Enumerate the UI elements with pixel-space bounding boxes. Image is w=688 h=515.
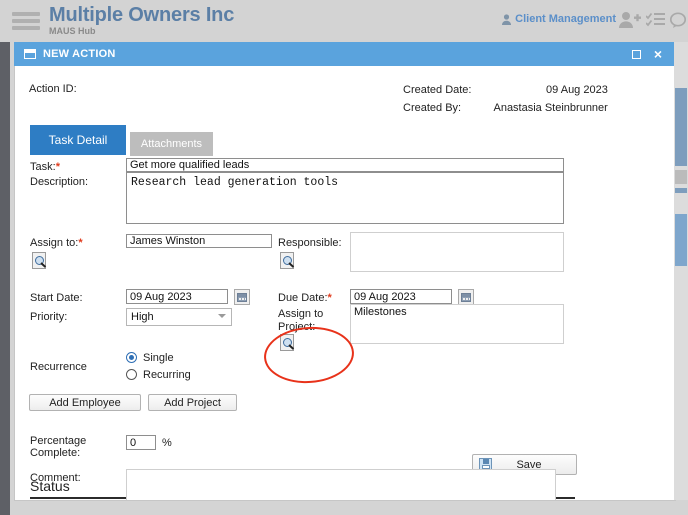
window-title-bar: NEW ACTION × bbox=[14, 42, 674, 66]
comment-textarea[interactable] bbox=[126, 469, 556, 500]
header-icon-group bbox=[619, 11, 686, 28]
task-required-mark: * bbox=[55, 161, 60, 173]
priority-select[interactable]: High bbox=[126, 308, 232, 326]
assign-to-project-search-icon[interactable] bbox=[280, 334, 296, 351]
priority-label: Priority: bbox=[30, 311, 68, 323]
form-panel: Action ID: Created Date: 09 Aug 2023 Cre… bbox=[20, 66, 674, 500]
hamburger-menu-icon[interactable] bbox=[12, 12, 40, 30]
created-date-value: 09 Aug 2023 bbox=[546, 84, 608, 96]
action-id-label: Action ID: bbox=[29, 83, 77, 95]
description-textarea[interactable] bbox=[126, 172, 564, 224]
percentage-complete-input[interactable] bbox=[126, 435, 156, 450]
responsible-label: Responsible: bbox=[278, 237, 342, 249]
start-date-input[interactable] bbox=[126, 289, 228, 304]
created-by-value: Anastasia Steinbrunner bbox=[493, 102, 608, 114]
scrollbar-marker-small bbox=[675, 188, 687, 193]
assign-to-project-label: Assign to Project: bbox=[278, 308, 324, 333]
window-icon bbox=[24, 49, 36, 59]
close-button[interactable]: × bbox=[654, 47, 662, 61]
radio-recurring-dot bbox=[126, 369, 137, 380]
radio-single[interactable]: Single bbox=[126, 351, 191, 364]
task-label: Task:* bbox=[30, 161, 60, 173]
due-date-input[interactable] bbox=[350, 289, 452, 304]
vertical-scrollbar-track[interactable] bbox=[674, 42, 688, 500]
assign-to-required-mark: * bbox=[78, 237, 83, 249]
record-meta: Created Date: 09 Aug 2023 Created By: An… bbox=[403, 82, 608, 118]
add-project-button[interactable]: Add Project bbox=[148, 394, 237, 411]
product-subtitle: MAUS Hub bbox=[49, 26, 96, 36]
add-employee-button[interactable]: Add Employee bbox=[29, 394, 141, 411]
company-title: Multiple Owners Inc bbox=[49, 4, 235, 26]
percent-sign: % bbox=[162, 437, 172, 449]
tab-task-detail-label: Task Detail bbox=[48, 133, 108, 147]
responsible-search-icon[interactable] bbox=[280, 252, 296, 269]
radio-recurring-label: Recurring bbox=[143, 368, 191, 381]
vertical-scrollbar-thumb[interactable] bbox=[675, 88, 687, 166]
due-date-label-text: Due Date: bbox=[278, 292, 328, 304]
app-header: Multiple Owners Inc MAUS Hub Client Mana… bbox=[0, 0, 688, 42]
radio-single-dot bbox=[126, 352, 137, 363]
recurrence-radio-group[interactable]: Single Recurring bbox=[126, 351, 191, 385]
tab-attachments[interactable]: Attachments bbox=[130, 132, 213, 156]
due-date-required-mark: * bbox=[327, 292, 332, 304]
due-date-label: Due Date:* bbox=[278, 292, 332, 304]
calendar-grid bbox=[237, 292, 247, 302]
chat-bubble-icon[interactable] bbox=[670, 11, 686, 28]
created-by-label: Created By: bbox=[403, 102, 462, 114]
description-label: Description: bbox=[30, 176, 89, 188]
start-date-calendar-icon[interactable] bbox=[234, 289, 250, 305]
maximize-button[interactable] bbox=[631, 49, 641, 59]
responsible-textarea[interactable] bbox=[350, 232, 564, 272]
scrollbar-marker-second bbox=[675, 214, 687, 266]
task-label-text: Task: bbox=[30, 161, 56, 173]
assign-to-input[interactable] bbox=[126, 234, 272, 248]
radio-recurring[interactable]: Recurring bbox=[126, 368, 191, 381]
client-management-label: Client Management bbox=[515, 13, 616, 25]
due-date-calendar-icon[interactable] bbox=[458, 289, 474, 305]
tab-attachments-label: Attachments bbox=[140, 138, 203, 150]
scrollbar-marker-grey bbox=[675, 170, 687, 184]
priority-select-wrap[interactable]: High bbox=[126, 308, 232, 326]
checklist-icon[interactable] bbox=[646, 12, 665, 28]
assign-to-search-icon[interactable] bbox=[32, 252, 48, 269]
assign-to-label: Assign to:* bbox=[30, 237, 83, 249]
left-rail bbox=[0, 42, 10, 515]
user-icon bbox=[502, 13, 512, 25]
created-date-label: Created Date: bbox=[403, 84, 472, 96]
recurrence-label: Recurrence bbox=[30, 361, 87, 373]
start-date-label: Start Date: bbox=[30, 292, 83, 304]
percentage-complete-label: Percentage Complete: bbox=[30, 435, 87, 459]
project-textarea[interactable] bbox=[350, 304, 564, 344]
assign-to-label-text: Assign to: bbox=[30, 237, 79, 249]
client-management-link[interactable]: Client Management bbox=[502, 13, 616, 25]
calendar-grid bbox=[461, 292, 471, 302]
task-input[interactable] bbox=[126, 158, 564, 172]
brand-block: Multiple Owners Inc MAUS Hub bbox=[49, 4, 234, 37]
comment-label: Comment: bbox=[30, 472, 81, 484]
radio-single-label: Single bbox=[143, 351, 174, 364]
add-user-icon[interactable] bbox=[619, 11, 641, 28]
tab-task-detail[interactable]: Task Detail bbox=[30, 125, 126, 155]
window-title: NEW ACTION bbox=[43, 48, 116, 60]
